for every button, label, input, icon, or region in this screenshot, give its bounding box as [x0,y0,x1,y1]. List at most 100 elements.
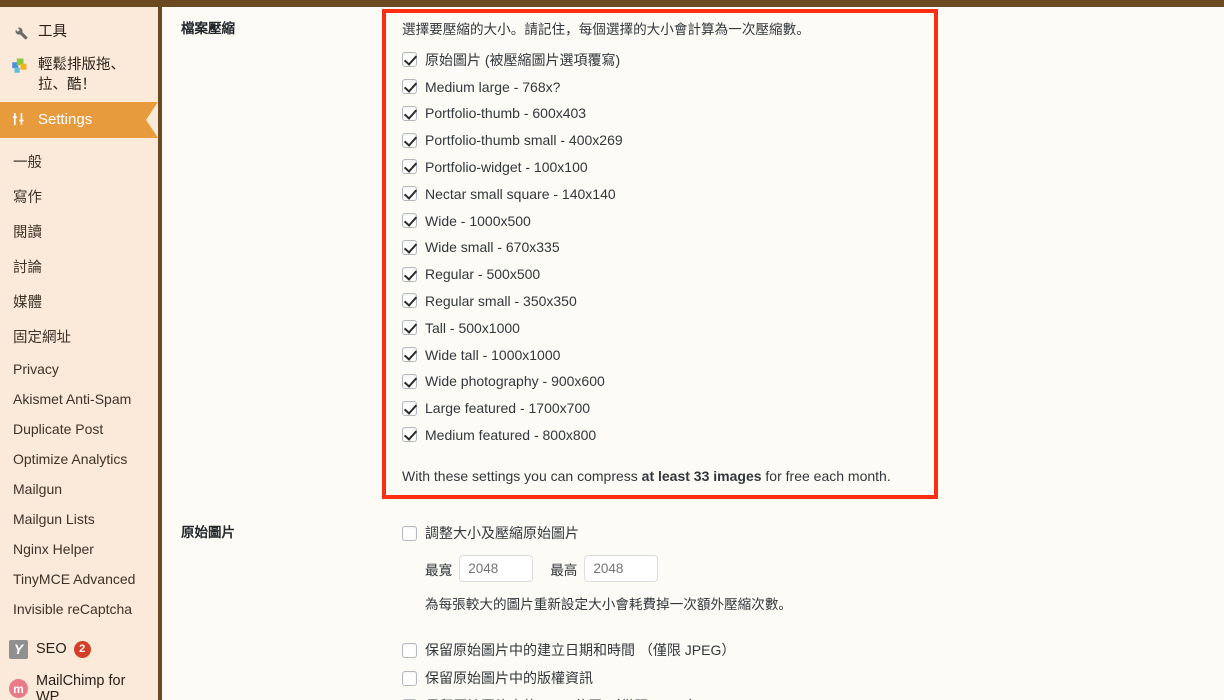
metadata-option-label: 保留原始圖片中的建立日期和時間 （僅限 JPEG） [425,642,736,658]
sidebar-item-label: Settings [38,110,93,128]
size-checkbox-wide-tall[interactable] [402,347,417,363]
size-option-label: Portfolio-thumb small - 400x269 [425,132,623,149]
size-option-row[interactable]: Wide tall - 1000x1000 [402,341,1102,368]
sidebar-item-settings[interactable]: Settings [0,101,158,138]
sidebar-item-seo[interactable]: Y SEO 2 [0,633,158,666]
size-option-row[interactable]: Wide photography - 900x600 [402,368,1102,395]
size-option-label: Wide photography - 900x600 [425,373,605,390]
size-option-label: Medium featured - 800x800 [425,426,597,443]
size-option-row[interactable]: Portfolio-thumb - 600x403 [402,100,1102,127]
metadata-option-row[interactable]: 保留原始圖片中的建立日期和時間 （僅限 JPEG） [402,636,1102,664]
size-checkbox-wide[interactable] [402,213,417,229]
size-option-label: Wide - 1000x500 [425,212,531,229]
sidebar-item-label: 工具 [38,24,67,40]
size-option-row[interactable]: Nectar small square - 140x140 [402,180,1102,207]
size-checkbox-regular[interactable] [402,266,417,282]
size-option-label: Portfolio-widget - 100x100 [425,158,588,175]
quota-note-suffix: for free each month. [761,468,891,485]
sidebar-item-duplicate-post[interactable]: Duplicate Post [0,414,158,444]
sidebar-item-nginx-helper[interactable]: Nginx Helper [0,534,158,564]
sidebar-item-mailchimp[interactable]: m MailChimp for WP [0,666,158,700]
size-option-label: Wide small - 670x335 [425,239,560,256]
size-checkbox-wide-photography[interactable] [402,373,417,389]
size-checkbox-large-featured[interactable] [402,400,417,416]
size-option-row[interactable]: Medium large - 768x? [402,73,1102,100]
size-checkbox-regular-small[interactable] [402,293,417,309]
quota-note-emphasis: at least 33 images [641,468,762,485]
sidebar-item-label: MailChimp for WP [36,672,126,700]
size-checkbox-portfolio-widget[interactable] [402,159,417,175]
size-checkbox-medium-featured[interactable] [402,427,417,443]
sidebar-item-reading[interactable]: 閱讀 [0,214,158,249]
sidebar-item-page-builder[interactable]: 輕鬆排版拖、拉、酷！ [0,49,158,102]
layout-blocks-icon [9,56,31,75]
resize-originals-checkbox[interactable] [402,525,417,541]
admin-page: 工具 輕鬆排版拖、拉、酷！ Settings 一般 寫作 閱讀 討論 媒體 固定… [0,0,1224,700]
size-checkbox-portfolio-thumb[interactable] [402,105,417,121]
resize-cost-hint: 為每張較大的圖片重新設定大小會耗費掉一次額外壓縮次數。 [425,597,793,612]
originals-fields: 調整大小及壓縮原始圖片 最寬 最高 為每張較大的圖片重新設定大小會耗費掉一次額外… [402,520,1102,700]
image-size-checkbox-list: 原始圖片 (被壓縮圖片選項覆寫) Medium large - 768x? Po… [402,46,1102,448]
max-height-input[interactable] [584,555,659,582]
compression-fields: 選擇要壓縮的大小。請記住，每個選擇的大小會計算為一次壓縮數。 原始圖片 (被壓縮… [402,7,1102,484]
sidebar-item-media[interactable]: 媒體 [0,284,158,319]
metadata-option-label: 保留原始圖片中的版權資訊 [425,670,593,686]
size-option-label: Medium large - 768x? [425,78,561,95]
size-option-label: Wide tall - 1000x1000 [425,346,561,363]
sidebar-item-writing[interactable]: 寫作 [0,179,158,214]
max-height-label: 最高 [550,562,578,578]
metadata-option-row[interactable]: 保留原始圖片中的版權資訊 [402,664,1102,692]
size-option-label: Tall - 500x1000 [425,319,520,336]
status-badge: 2 [73,640,91,658]
active-item-notch [146,101,158,138]
sidebar-item-discussion[interactable]: 討論 [0,249,158,284]
sidebar-item-privacy[interactable]: Privacy [0,354,158,384]
size-option-row[interactable]: Medium featured - 800x800 [402,422,1102,449]
size-checkbox-medium-large[interactable] [402,79,417,95]
admin-sidebar[interactable]: 工具 輕鬆排版拖、拉、酷！ Settings 一般 寫作 閱讀 討論 媒體 固定… [0,7,158,700]
sidebar-item-akismet[interactable]: Akismet Anti-Spam [0,384,158,414]
sliders-icon [9,110,31,129]
resize-originals-row[interactable]: 調整大小及壓縮原始圖片 [402,520,1102,546]
sidebar-item-mailgun[interactable]: Mailgun [0,474,158,504]
compression-intro-text: 選擇要壓縮的大小。請記住，每個選擇的大小會計算為一次壓縮數。 [402,22,810,37]
resize-originals-label: 調整大小及壓縮原始圖片 [425,525,579,541]
size-option-label: Large featured - 1700x700 [425,400,591,417]
sidebar-item-tinymce-advanced[interactable]: TinyMCE Advanced [0,564,158,594]
section-label-originals: 原始圖片 [181,525,235,540]
size-option-row[interactable]: Tall - 500x1000 [402,314,1102,341]
sidebar-item-tools[interactable]: 工具 [0,16,158,49]
size-checkbox-portfolio-thumb-small[interactable] [402,132,417,148]
size-option-row[interactable]: Portfolio-thumb small - 400x269 [402,127,1102,154]
sidebar-item-permalinks[interactable]: 固定網址 [0,319,158,354]
wrench-icon [9,23,31,42]
size-option-row[interactable]: Wide small - 670x335 [402,234,1102,261]
metadata-checkbox-list: 保留原始圖片中的建立日期和時間 （僅限 JPEG） 保留原始圖片中的版權資訊 保… [402,636,1102,700]
yoast-seo-icon: Y [9,639,28,659]
sidebar-item-label: SEO [36,641,67,658]
sidebar-item-mailgun-lists[interactable]: Mailgun Lists [0,504,158,534]
size-checkbox-nectar-small-square[interactable] [402,186,417,202]
size-option-row[interactable]: Portfolio-widget - 100x100 [402,154,1102,181]
sidebar-item-label: 輕鬆排版拖、拉、酷！ [38,57,125,93]
size-option-row[interactable]: Regular - 500x500 [402,261,1102,288]
keep-creation-date-checkbox[interactable] [402,642,417,658]
sidebar-item-optimize-analytics[interactable]: Optimize Analytics [0,444,158,474]
size-option-row[interactable]: Regular small - 350x350 [402,288,1102,315]
size-checkbox-original[interactable] [402,52,417,68]
size-checkbox-wide-small[interactable] [402,239,417,255]
metadata-option-label: 保留原始圖片中的 GPS 位置 （僅限 JPEG） [425,696,703,700]
size-option-row[interactable]: Large featured - 1700x700 [402,395,1102,422]
size-option-row[interactable]: Wide - 1000x500 [402,207,1102,234]
sidebar-item-general[interactable]: 一般 [0,144,158,179]
size-option-row[interactable]: 原始圖片 (被壓縮圖片選項覆寫) [402,46,1102,73]
size-option-label: Regular - 500x500 [425,266,541,283]
max-width-input[interactable] [459,555,534,582]
sidebar-top-menu: 工具 輕鬆排版拖、拉、酷！ Settings 一般 寫作 閱讀 討論 媒體 固定… [0,7,158,700]
metadata-option-row[interactable]: 保留原始圖片中的 GPS 位置 （僅限 JPEG） [402,692,1102,700]
keep-copyright-checkbox[interactable] [402,670,417,686]
sidebar-item-invisible-recaptcha[interactable]: Invisible reCaptcha [0,594,158,624]
max-dimensions-row: 最寬 最高 [425,555,1102,582]
size-checkbox-tall[interactable] [402,320,417,336]
max-width-label: 最寬 [425,562,453,578]
